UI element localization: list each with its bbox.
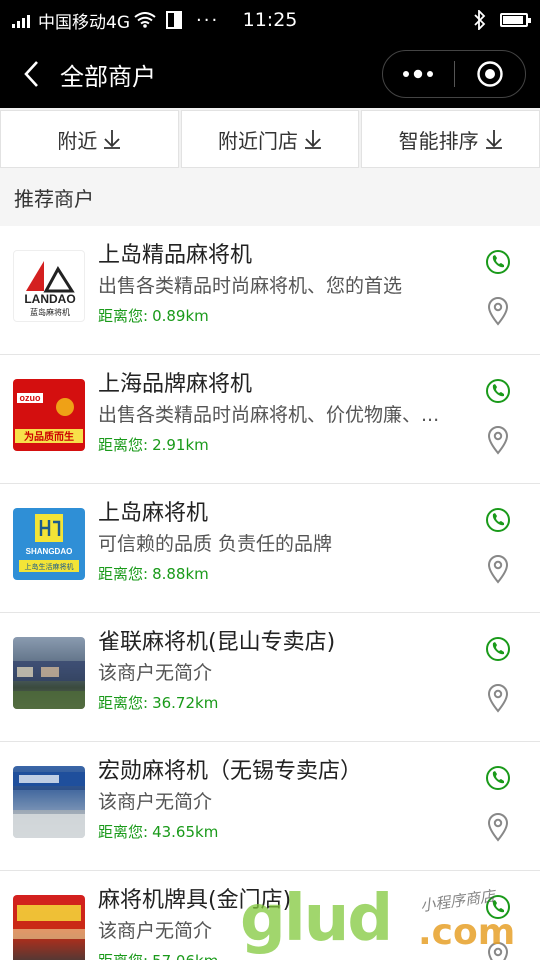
location-button[interactable] — [486, 296, 510, 326]
target-icon — [477, 61, 503, 87]
phone-icon — [486, 637, 510, 661]
map-pin-icon — [487, 813, 509, 842]
nav-bar: 全部商户 — [0, 40, 540, 108]
status-bar: 中国移动4G ··· 11:25 — [0, 0, 540, 40]
phone-icon — [486, 508, 510, 532]
page-title: 全部商户 — [60, 62, 156, 91]
status-time: 11:25 — [242, 9, 298, 31]
merchant-name: 宏勋麻将机（无锡专卖店） — [98, 759, 363, 784]
merchant-list: LANDAO 蓝岛麻将机 上岛精品麻将机 出售各类精品时尚麻将机、您的首选 距离… — [0, 226, 540, 960]
battery-icon — [500, 13, 531, 27]
phone-icon — [486, 379, 510, 403]
sort-down-icon — [104, 130, 121, 149]
merchant-name: 上海品牌麻将机 — [98, 372, 253, 397]
merchant-name: 上岛精品麻将机 — [98, 243, 253, 268]
location-button[interactable] — [486, 941, 510, 960]
merchant-distance: 距离您:57.06km — [98, 947, 470, 960]
call-button[interactable] — [484, 506, 512, 534]
phone-icon — [486, 895, 510, 919]
merchant-logo: ozuo 为品质而生 — [13, 379, 85, 451]
merchant-desc: 该商户无简介 — [98, 791, 213, 813]
filter-nearby[interactable]: 附近 — [0, 110, 179, 168]
merchant-logo: SHANGDAO 上岛生活麻将机 — [13, 508, 85, 580]
filter-label: 附近门店 — [218, 128, 298, 153]
merchant-item[interactable]: ozuo 为品质而生 上海品牌麻将机 出售各类精品时尚麻将机、价优物廉、... … — [0, 355, 540, 484]
merchant-photo — [13, 637, 85, 709]
merchant-item[interactable]: 麻将机牌具(金门店) 该商户无简介 距离您:57.06km — [0, 871, 540, 960]
close-miniprogram-button[interactable] — [455, 51, 526, 97]
map-pin-icon — [487, 297, 509, 326]
wifi-icon — [134, 12, 156, 28]
sort-down-icon — [485, 130, 502, 149]
merchant-photo — [13, 766, 85, 838]
map-pin-icon — [487, 555, 509, 584]
map-pin-icon — [487, 684, 509, 713]
logo-subtext: 蓝岛麻将机 — [30, 307, 70, 317]
section-heading: 推荐商户 — [0, 168, 540, 226]
location-button[interactable] — [486, 554, 510, 584]
filter-nearby-stores[interactable]: 附近门店 — [180, 110, 360, 168]
logo-subtext: 为品质而生 — [24, 430, 74, 443]
location-button[interactable] — [486, 425, 510, 455]
merchant-item[interactable]: 雀联麻将机(昆山专卖店) 该商户无简介 距离您: 36.72km — [0, 613, 540, 742]
more-status-icon: ··· — [196, 9, 220, 31]
chevron-left-icon — [24, 61, 38, 87]
logo-subtext: 上岛生活麻将机 — [25, 562, 74, 571]
merchant-name: 上岛麻将机 — [98, 501, 209, 526]
phone-icon — [486, 250, 510, 274]
location-button[interactable] — [486, 683, 510, 713]
filter-label: 智能排序 — [398, 128, 479, 153]
merchant-name: 雀联麻将机(昆山专卖店) — [98, 630, 336, 655]
location-button[interactable] — [486, 812, 510, 842]
merchant-desc: 可信赖的品质 负责任的品牌 — [98, 533, 333, 555]
merchant-distance: 距离您: 36.72km — [98, 694, 219, 712]
map-pin-icon — [487, 426, 509, 455]
sort-down-icon — [305, 130, 321, 149]
merchant-distance: 距离您: 2.91km — [98, 436, 209, 454]
merchant-item[interactable]: LANDAO 蓝岛麻将机 上岛精品麻将机 出售各类精品时尚麻将机、您的首选 距离… — [0, 226, 540, 355]
merchant-name: 麻将机牌具(金门店) — [98, 888, 292, 913]
phone-icon — [486, 766, 510, 790]
logo-text: ozuo — [20, 393, 41, 403]
call-button[interactable] — [484, 764, 512, 792]
more-dots-icon — [403, 69, 434, 79]
filter-bar: 附近 附近门店 智能排序 — [0, 108, 540, 168]
merchant-distance: 距离您: 8.88km — [98, 565, 209, 583]
more-button[interactable] — [383, 51, 454, 97]
merchant-distance: 距离您: 43.65km — [98, 823, 219, 841]
map-pin-icon — [487, 942, 509, 960]
merchant-desc: 出售各类精品时尚麻将机、您的首选 — [98, 275, 403, 297]
merchant-logo: LANDAO 蓝岛麻将机 — [13, 250, 85, 322]
merchant-desc: 该商户无简介 — [98, 662, 213, 684]
merchant-distance: 距离您: 0.89km — [98, 307, 209, 325]
filter-smart-sort[interactable]: 智能排序 — [361, 110, 540, 168]
signal-icon — [12, 12, 30, 28]
filter-label: 附近 — [57, 128, 98, 153]
call-button[interactable] — [484, 377, 512, 405]
back-button[interactable] — [14, 54, 48, 94]
logo-text: SHANGDAO — [26, 547, 73, 556]
merchant-desc: 该商户无简介 — [98, 920, 213, 942]
bluetooth-icon — [474, 10, 486, 30]
merchant-photo — [13, 895, 85, 960]
call-button[interactable] — [484, 248, 512, 276]
call-button[interactable] — [484, 893, 512, 921]
carrier-label: 中国移动4G — [38, 12, 130, 33]
capsule-menu — [382, 50, 526, 98]
merchant-item[interactable]: 宏勋麻将机（无锡专卖店） 该商户无简介 距离您: 43.65km — [0, 742, 540, 871]
merchant-desc: 出售各类精品时尚麻将机、价优物廉、... — [98, 404, 440, 426]
logo-text: LANDAO — [24, 292, 75, 306]
call-button[interactable] — [484, 635, 512, 663]
sim-icon — [166, 11, 182, 29]
merchant-item[interactable]: SHANGDAO 上岛生活麻将机 上岛麻将机 可信赖的品质 负责任的品牌 距离您… — [0, 484, 540, 613]
